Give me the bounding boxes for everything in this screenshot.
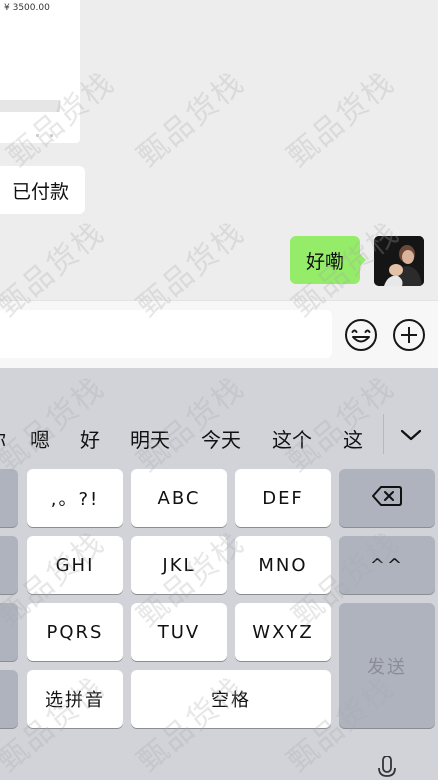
left-side-key[interactable] bbox=[0, 536, 18, 594]
key-abc[interactable]: ABC bbox=[131, 469, 227, 527]
candidate-item[interactable]: 你 bbox=[0, 420, 6, 460]
microphone-icon[interactable] bbox=[376, 755, 398, 780]
candidate-divider bbox=[383, 414, 384, 454]
chat-area[interactable]: ¥ 3500.00 已付款 好嘞 bbox=[0, 0, 438, 300]
key-punctuation[interactable]: ,。?! bbox=[27, 469, 123, 527]
order-product-thumb bbox=[0, 100, 60, 112]
key-wxyz[interactable]: WXYZ bbox=[235, 603, 331, 661]
candidate-item[interactable]: 这个 bbox=[272, 420, 312, 460]
space-key[interactable]: 空格 bbox=[131, 670, 331, 728]
order-card-footer bbox=[36, 134, 80, 140]
input-bar bbox=[0, 300, 438, 368]
order-price: ¥ 3500.00 bbox=[4, 3, 50, 13]
chevron-down-icon[interactable] bbox=[396, 420, 426, 450]
left-side-key[interactable] bbox=[0, 670, 18, 728]
order-card[interactable]: ¥ 3500.00 bbox=[0, 0, 80, 143]
message-input[interactable] bbox=[0, 310, 332, 358]
emoticon-key[interactable]: ^^ bbox=[339, 536, 435, 594]
select-pinyin-button[interactable]: 选拼音 bbox=[27, 670, 123, 728]
left-side-key[interactable] bbox=[0, 469, 18, 527]
candidate-item[interactable]: 嗯 bbox=[30, 420, 50, 460]
candidate-item[interactable]: 今天 bbox=[201, 420, 241, 460]
message-bubble-sent[interactable]: 好嘞 bbox=[290, 236, 366, 284]
send-button[interactable]: 发送 bbox=[339, 603, 435, 728]
circle-plus-icon[interactable] bbox=[392, 318, 426, 352]
backspace-icon bbox=[371, 484, 403, 513]
candidate-item[interactable]: 好 bbox=[80, 420, 100, 460]
avatar[interactable] bbox=[374, 236, 424, 286]
smile-face-icon[interactable] bbox=[344, 318, 378, 352]
key-mno[interactable]: MNO bbox=[235, 536, 331, 594]
backspace-key[interactable] bbox=[339, 469, 435, 527]
key-ghi[interactable]: GHI bbox=[27, 536, 123, 594]
key-tuv[interactable]: TUV bbox=[131, 603, 227, 661]
key-def[interactable]: DEF bbox=[235, 469, 331, 527]
candidate-item[interactable]: 这 bbox=[343, 420, 363, 460]
message-bubble-received[interactable]: 已付款 bbox=[0, 166, 86, 214]
key-jkl[interactable]: JKL bbox=[131, 536, 227, 594]
candidate-item[interactable]: 明天 bbox=[130, 420, 170, 460]
key-pqrs[interactable]: PQRS bbox=[27, 603, 123, 661]
candidate-bar: 你 嗯 好 明天 今天 这个 这 bbox=[0, 420, 438, 460]
left-side-key[interactable] bbox=[0, 603, 18, 661]
